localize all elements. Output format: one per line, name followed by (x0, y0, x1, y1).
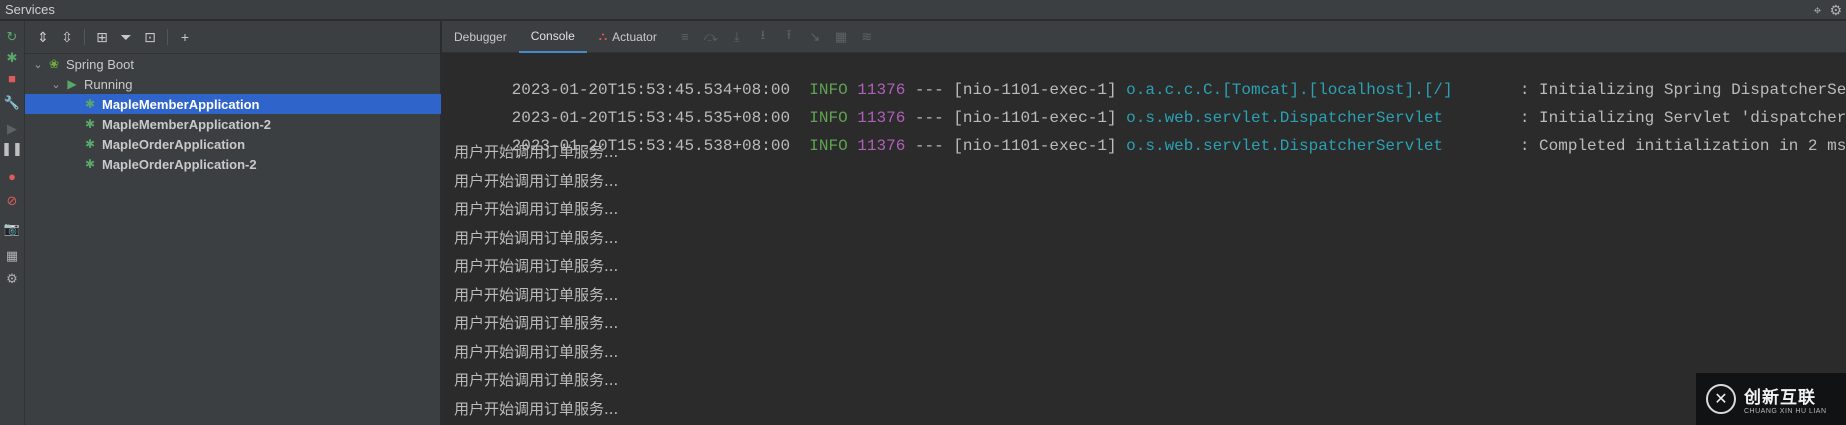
step-over-icon[interactable]: ⤓ (729, 29, 745, 45)
settings-icon[interactable]: ⚙ (2, 269, 22, 289)
actuator-icon: ⛬ (598, 29, 608, 43)
bug-icon: ✱ (84, 97, 96, 111)
tree-node-label: Spring Boot (66, 56, 134, 72)
tab-debugger[interactable]: Debugger (442, 21, 519, 53)
console-output-line: 用户开始调用订单服务... (454, 257, 619, 275)
mute-breakpoints-icon[interactable]: ⊘ (2, 191, 22, 211)
tree-node[interactable]: ⌄ ▶ Running (25, 74, 441, 94)
bug-icon: ✱ (84, 117, 96, 131)
group-icon[interactable]: ⊞ (91, 26, 113, 48)
tree-toolbar: ⇕ ⇳ ⊞ ⏷ ⊡ + (25, 21, 440, 54)
console-panel: Debugger Console ⛬ Actuator ≡ ⤼ ⤓ ⭳ ⭱ ↘ … (442, 21, 1846, 425)
expand-all-icon[interactable]: ⇕ (32, 26, 54, 48)
step-out-icon[interactable]: ⭱ (781, 26, 797, 48)
bug-icon: ✱ (84, 137, 96, 151)
filter-icon[interactable]: ⏷ (115, 26, 137, 48)
services-tree-panel: ⇕ ⇳ ⊞ ⏷ ⊡ + ⌄ ❀ Spring Boot ⌄ ▶ Running ✱ Maple… (25, 21, 441, 425)
debug-rerun-icon[interactable]: ✱ (2, 48, 22, 68)
console-output-line: 用户开始调用订单服务... (454, 285, 619, 304)
log-logger[interactable]: o.s.web.servlet.DispatcherServlet (1126, 137, 1443, 155)
menu-icon[interactable]: ≡ (677, 29, 693, 44)
add-icon[interactable]: + (174, 26, 196, 48)
log-line: 2023-01-20T15:53:45.535+08:00 INFO 11376… (454, 85, 1846, 127)
tree-node[interactable]: ⌄ ❀ Spring Boot (25, 54, 441, 74)
gear-icon[interactable]: ⚙ (1829, 0, 1842, 20)
new-service-icon[interactable]: ⊡ (139, 26, 161, 48)
log-separator: --- (914, 137, 944, 155)
watermark-logo: ✕ 创新互联 CHUANG XIN HU LIAN (1696, 373, 1846, 425)
console-output[interactable]: 2023-01-20T15:53:45.534+08:00 INFO 11376… (442, 54, 1846, 425)
log-line: 2023-01-20T15:53:45.534+08:00 INFO 11376… (454, 57, 1846, 99)
crosshair-icon[interactable]: ⌖ (1814, 0, 1822, 20)
log-pid: 11376 (857, 137, 906, 155)
tree-node-label: MapleOrderApplication-2 (102, 156, 257, 172)
tree-node[interactable]: ✱ MapleOrderApplication-2 (25, 154, 441, 174)
tree-node-label: MapleMemberApplication (102, 96, 260, 112)
console-output-line: 用户开始调用订单服务... (454, 171, 619, 190)
step-into-icon[interactable]: ⭳ (755, 26, 771, 48)
window-title: Services (5, 2, 55, 17)
tree-node-label: MapleOrderApplication (102, 136, 246, 152)
watermark-main-text: 创新互联 (1744, 388, 1816, 408)
console-output-line: 用户开始调用订单服务... (454, 371, 619, 389)
restore-layout-icon[interactable]: ⤼ (703, 29, 719, 45)
stop-icon[interactable]: ■ (2, 69, 22, 89)
tree-node-label: Running (84, 76, 133, 92)
tree-node[interactable]: ✱ MapleOrderApplication (25, 134, 441, 154)
console-output-line: 用户开始调用订单服务... (454, 314, 619, 332)
console-output-line: 用户开始调用订单服务... (454, 399, 619, 418)
log-message: : Completed initialization in 2 ms (1519, 137, 1846, 155)
evaluate-icon[interactable]: ▦ (833, 29, 849, 45)
log-level: INFO (809, 137, 848, 155)
trace-icon[interactable]: ≋ (859, 29, 875, 45)
watermark-sub-text: CHUANG XIN HU LIAN (1744, 408, 1827, 415)
tab-label: Console (530, 28, 575, 43)
camera-icon[interactable]: 📷 (2, 219, 22, 239)
console-output-line: 用户开始调用订单服务... (454, 228, 619, 247)
log-line: 2023-01-20T15:53:45.538+08:00 INFO 11376… (454, 113, 1846, 155)
wrench-icon[interactable]: 🔧 (2, 93, 22, 113)
chevron-down-icon[interactable]: ⌄ (31, 58, 45, 71)
pause-icon[interactable]: ❚❚ (1, 139, 23, 159)
tab-console[interactable]: Console (518, 21, 587, 53)
tab-label: Debugger (454, 29, 507, 44)
view-breakpoints-icon[interactable]: ● (2, 167, 22, 187)
tab-actuator[interactable]: ⛬ Actuator (587, 21, 669, 53)
tree-node[interactable]: ✱ MapleMemberApplication (25, 94, 441, 114)
layout-icon[interactable]: ▦ (2, 246, 22, 266)
spring-boot-icon: ❀ (48, 57, 60, 71)
console-output-line: 用户开始调用订单服务... (454, 342, 619, 361)
tree-node[interactable]: ✱ MapleMemberApplication-2 (25, 114, 441, 134)
tab-bar: Debugger Console ⛬ Actuator ≡ ⤼ ⤓ ⭳ ⭱ ↘ … (442, 21, 1846, 53)
left-action-toolbar: ↻ ✱ ■ 🔧 ▶ ❚❚ ● ⊘ 📷 ▦ ⚙ (0, 21, 25, 425)
rerun-icon[interactable]: ↻ (2, 27, 22, 47)
chevron-down-icon[interactable]: ⌄ (49, 78, 63, 91)
toolbar-separator (167, 29, 168, 45)
console-output-line: 用户开始调用订单服务... (454, 143, 619, 161)
run-to-cursor-icon[interactable]: ↘ (807, 29, 823, 45)
tree-node-label: MapleMemberApplication-2 (102, 116, 272, 132)
console-output-line: 用户开始调用订单服务... (454, 200, 619, 218)
debug-actions: ≡ ⤼ ⤓ ⭳ ⭱ ↘ ▦ ≋ (677, 26, 875, 48)
log-thread: [nio-1101-exec-1] (953, 137, 1117, 155)
bug-icon: ✱ (84, 157, 96, 171)
run-icon: ▶ (67, 77, 77, 91)
resume-icon[interactable]: ▶ (2, 119, 22, 139)
tab-label: Actuator (612, 29, 657, 44)
toolbar-separator (84, 29, 85, 45)
collapse-all-icon[interactable]: ⇳ (56, 26, 78, 48)
watermark-emblem-icon: ✕ (1706, 384, 1736, 414)
services-title-bar: Services ⌖ ⚙ (0, 0, 1846, 20)
